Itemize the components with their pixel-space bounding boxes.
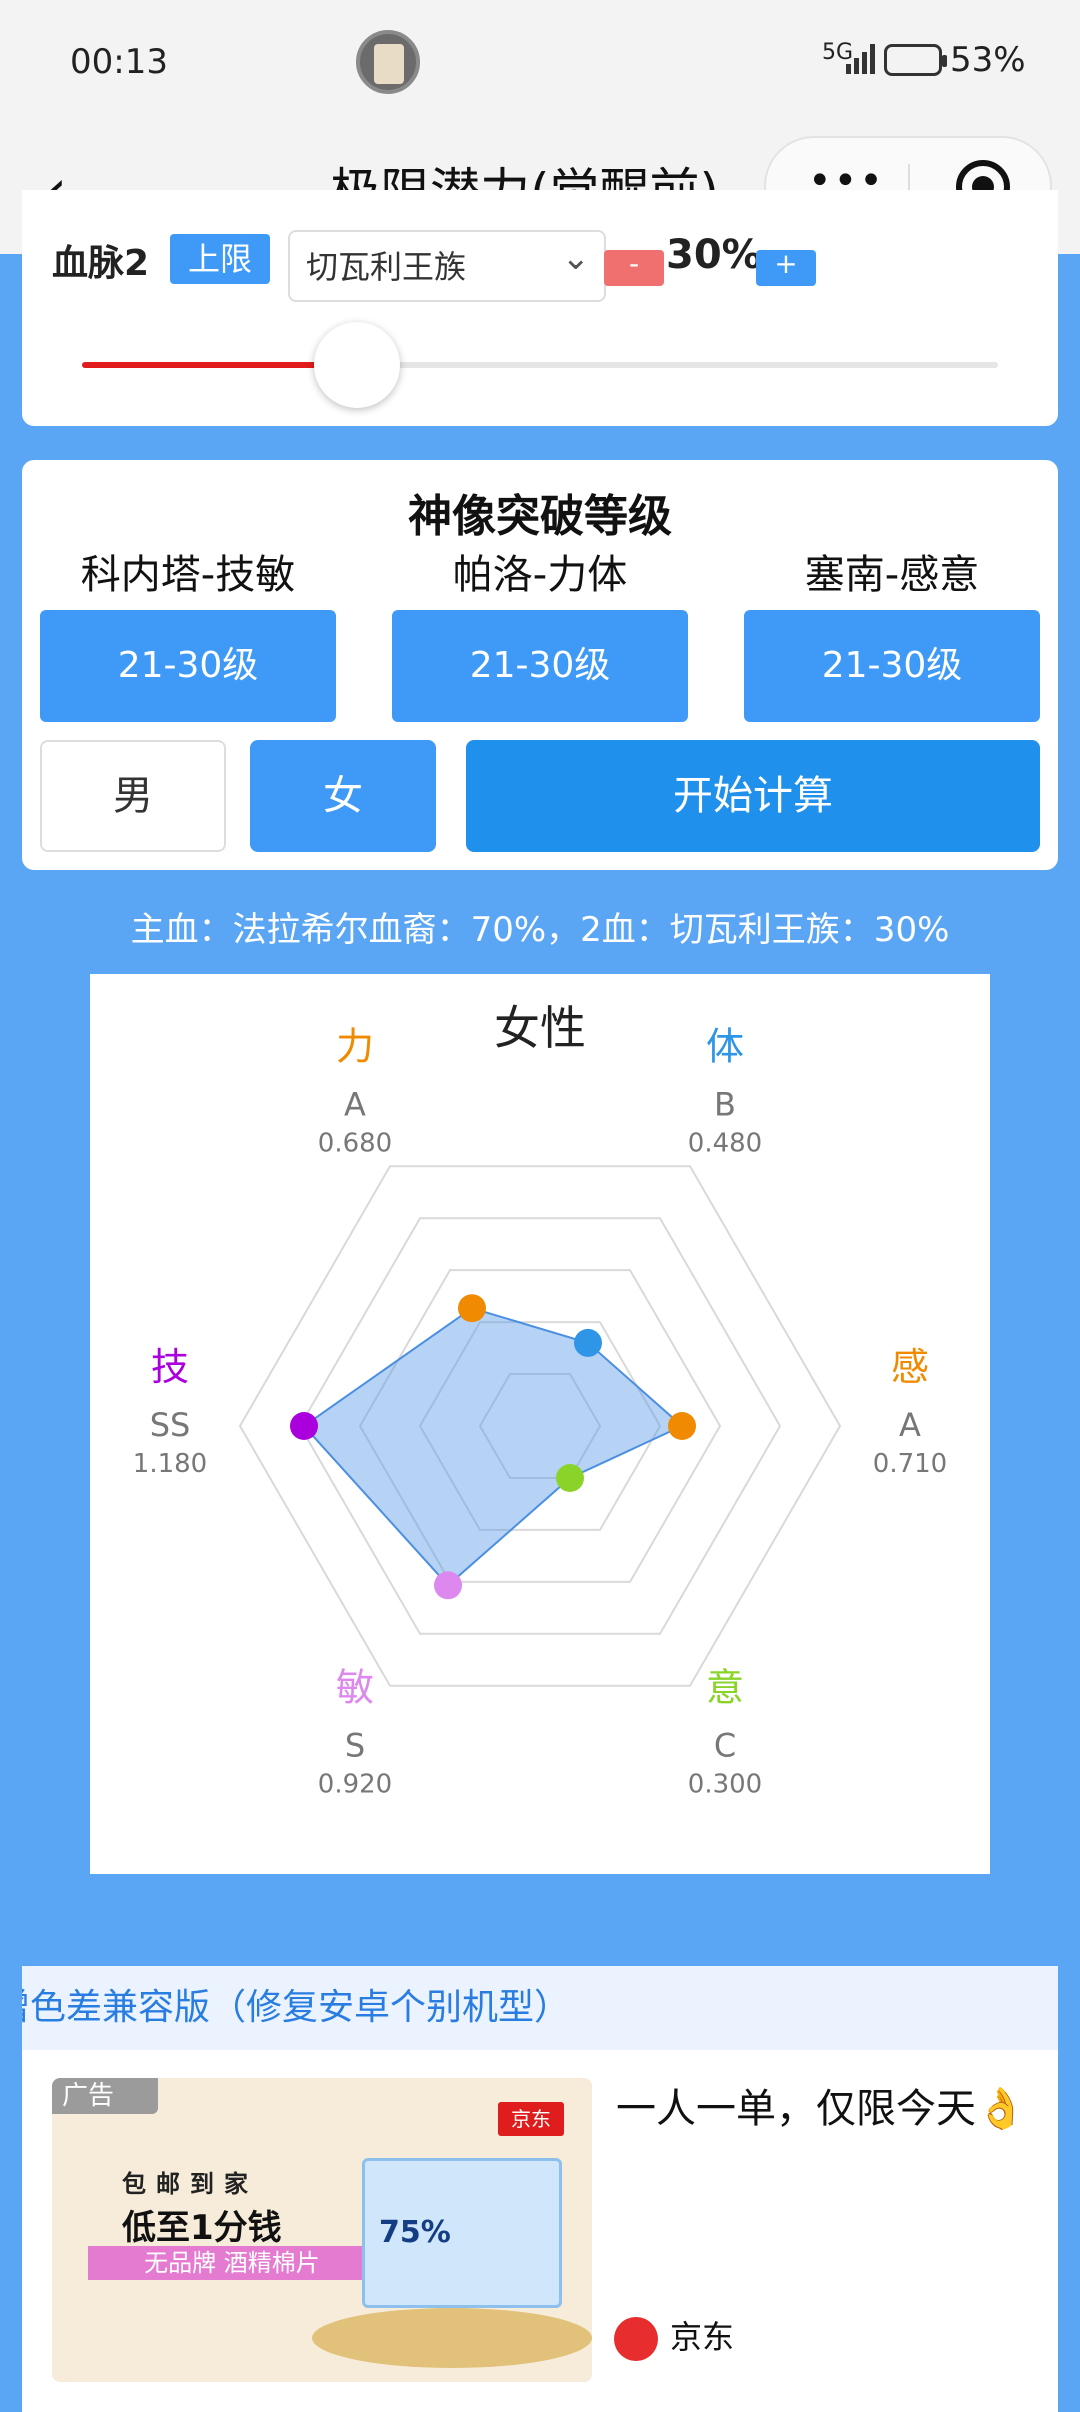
axis-label: 意 — [706, 1665, 744, 1709]
bloodline2-label: 血脉2 — [52, 243, 150, 284]
level-button[interactable]: 21-30级 — [40, 610, 336, 722]
brand-logo-icon — [614, 2317, 658, 2361]
ad-tag[interactable]: 广告 — [52, 2078, 158, 2114]
axis-label: 感 — [891, 1345, 929, 1389]
ad-line1: 包邮到家 — [122, 2170, 258, 2198]
statue-label: 科内塔-技敏 — [80, 552, 296, 598]
radar-point — [556, 1464, 584, 1492]
axis-value: 0.920 — [318, 1769, 392, 1799]
axis-grade: A — [344, 1086, 366, 1124]
signal-bars-icon — [846, 44, 875, 74]
limit-button[interactable]: 上限 — [170, 234, 270, 284]
increase-button[interactable]: + — [756, 250, 816, 286]
notice-text: 增色差兼容版（修复安卓个别机型） — [22, 1987, 571, 2028]
axis-grade: SS — [150, 1406, 191, 1444]
brand-badge: 京东 — [498, 2102, 564, 2136]
notice-bar: 增色差兼容版（修复安卓个别机型） — [22, 1966, 1058, 2050]
product-label: 75% — [379, 2215, 451, 2250]
level-button[interactable]: 21-30级 — [744, 610, 1040, 722]
brand-name: 京东 — [670, 2318, 735, 2356]
decrease-button[interactable]: - — [604, 250, 664, 286]
chevron-down-icon: ⌄ — [561, 238, 591, 278]
radar-chart: 女性力 A 0.680 体 B 0.480 感 A 0.710 意 C 0.300 敏 S 0.920 技 SS… — [90, 974, 990, 1874]
chart-title: 女性 — [494, 1001, 586, 1055]
female-button[interactable]: 女 — [250, 740, 436, 852]
axis-value: 0.300 — [688, 1769, 762, 1799]
ad-line2: 低至1分钱 — [122, 2208, 282, 2248]
ad-brand: 京东 — [614, 2312, 734, 2361]
radar-point — [458, 1294, 486, 1323]
percent-value: 30% — [666, 232, 762, 278]
radar-chart-svg: 女性力A0.680体B0.480感A0.710意C0.300敏S0.920技SS… — [133, 1001, 947, 1799]
notification-avatar-icon — [356, 30, 420, 94]
axis-grade: A — [899, 1406, 921, 1444]
product-stand-image — [312, 2308, 592, 2368]
bloodline2-card: 血脉2 上限 切瓦利王族 ⌄ - 30% + — [22, 190, 1058, 426]
slider-thumb[interactable] — [313, 322, 400, 408]
status-bar: 00:13 5G 53% — [0, 0, 1080, 126]
bloodline-summary: 主血：法拉希尔血裔：70%，2血：切瓦利王族：30% — [130, 910, 950, 950]
ad-image[interactable]: 广告 京东 包邮到家 低至1分钱 无品牌 酒精棉片 75% — [52, 2078, 592, 2382]
axis-label: 敏 — [336, 1665, 374, 1709]
axis-value: 0.480 — [688, 1129, 762, 1159]
axis-label: 力 — [336, 1025, 374, 1069]
axis-grade: C — [714, 1726, 736, 1764]
axis-value: 1.180 — [133, 1449, 207, 1479]
battery-icon — [884, 44, 947, 76]
statue-label: 塞南-感意 — [804, 552, 980, 598]
breakthrough-title: 神像突破等级 — [408, 491, 672, 542]
breakthrough-card: 神像突破等级 科内塔-技敏 21-30级 帕洛-力体 21-30级 塞南-感意 … — [22, 460, 1058, 870]
ad-line3: 无品牌 酒精棉片 — [88, 2246, 376, 2280]
radar-point — [290, 1412, 318, 1440]
ad-headline: 一人一单，仅限今天👌 — [616, 2086, 1026, 2132]
bloodline-selected: 切瓦利王族 — [306, 248, 467, 286]
level-button[interactable]: 21-30级 — [392, 610, 688, 722]
statue-column: 塞南-感意 21-30级 — [744, 542, 1040, 722]
calculate-button[interactable]: 开始计算 — [466, 740, 1040, 852]
male-button[interactable]: 男 — [40, 740, 226, 852]
radar-point — [574, 1328, 602, 1357]
axis-grade: S — [345, 1726, 365, 1764]
statue-column: 科内塔-技敏 21-30级 — [40, 542, 336, 722]
axis-label: 技 — [151, 1345, 189, 1389]
radar-point — [668, 1412, 696, 1440]
product-box-image: 75% — [362, 2158, 562, 2308]
axis-value: 0.710 — [873, 1449, 947, 1479]
axis-value: 0.680 — [318, 1129, 392, 1159]
radar-area — [302, 1307, 684, 1587]
statue-column: 帕洛-力体 21-30级 — [392, 542, 688, 722]
ad-card[interactable]: 广告 京东 包邮到家 低至1分钱 无品牌 酒精棉片 75% 一人一单，仅限今天👌… — [22, 2050, 1058, 2412]
axis-label: 体 — [706, 1025, 744, 1069]
radar-point — [434, 1571, 462, 1600]
battery-percent: 53% — [950, 40, 1026, 80]
bloodline-select[interactable]: 切瓦利王族 ⌄ — [288, 230, 606, 302]
statue-label: 帕洛-力体 — [452, 552, 628, 598]
axis-grade: B — [714, 1086, 736, 1124]
clock: 00:13 — [70, 42, 168, 82]
